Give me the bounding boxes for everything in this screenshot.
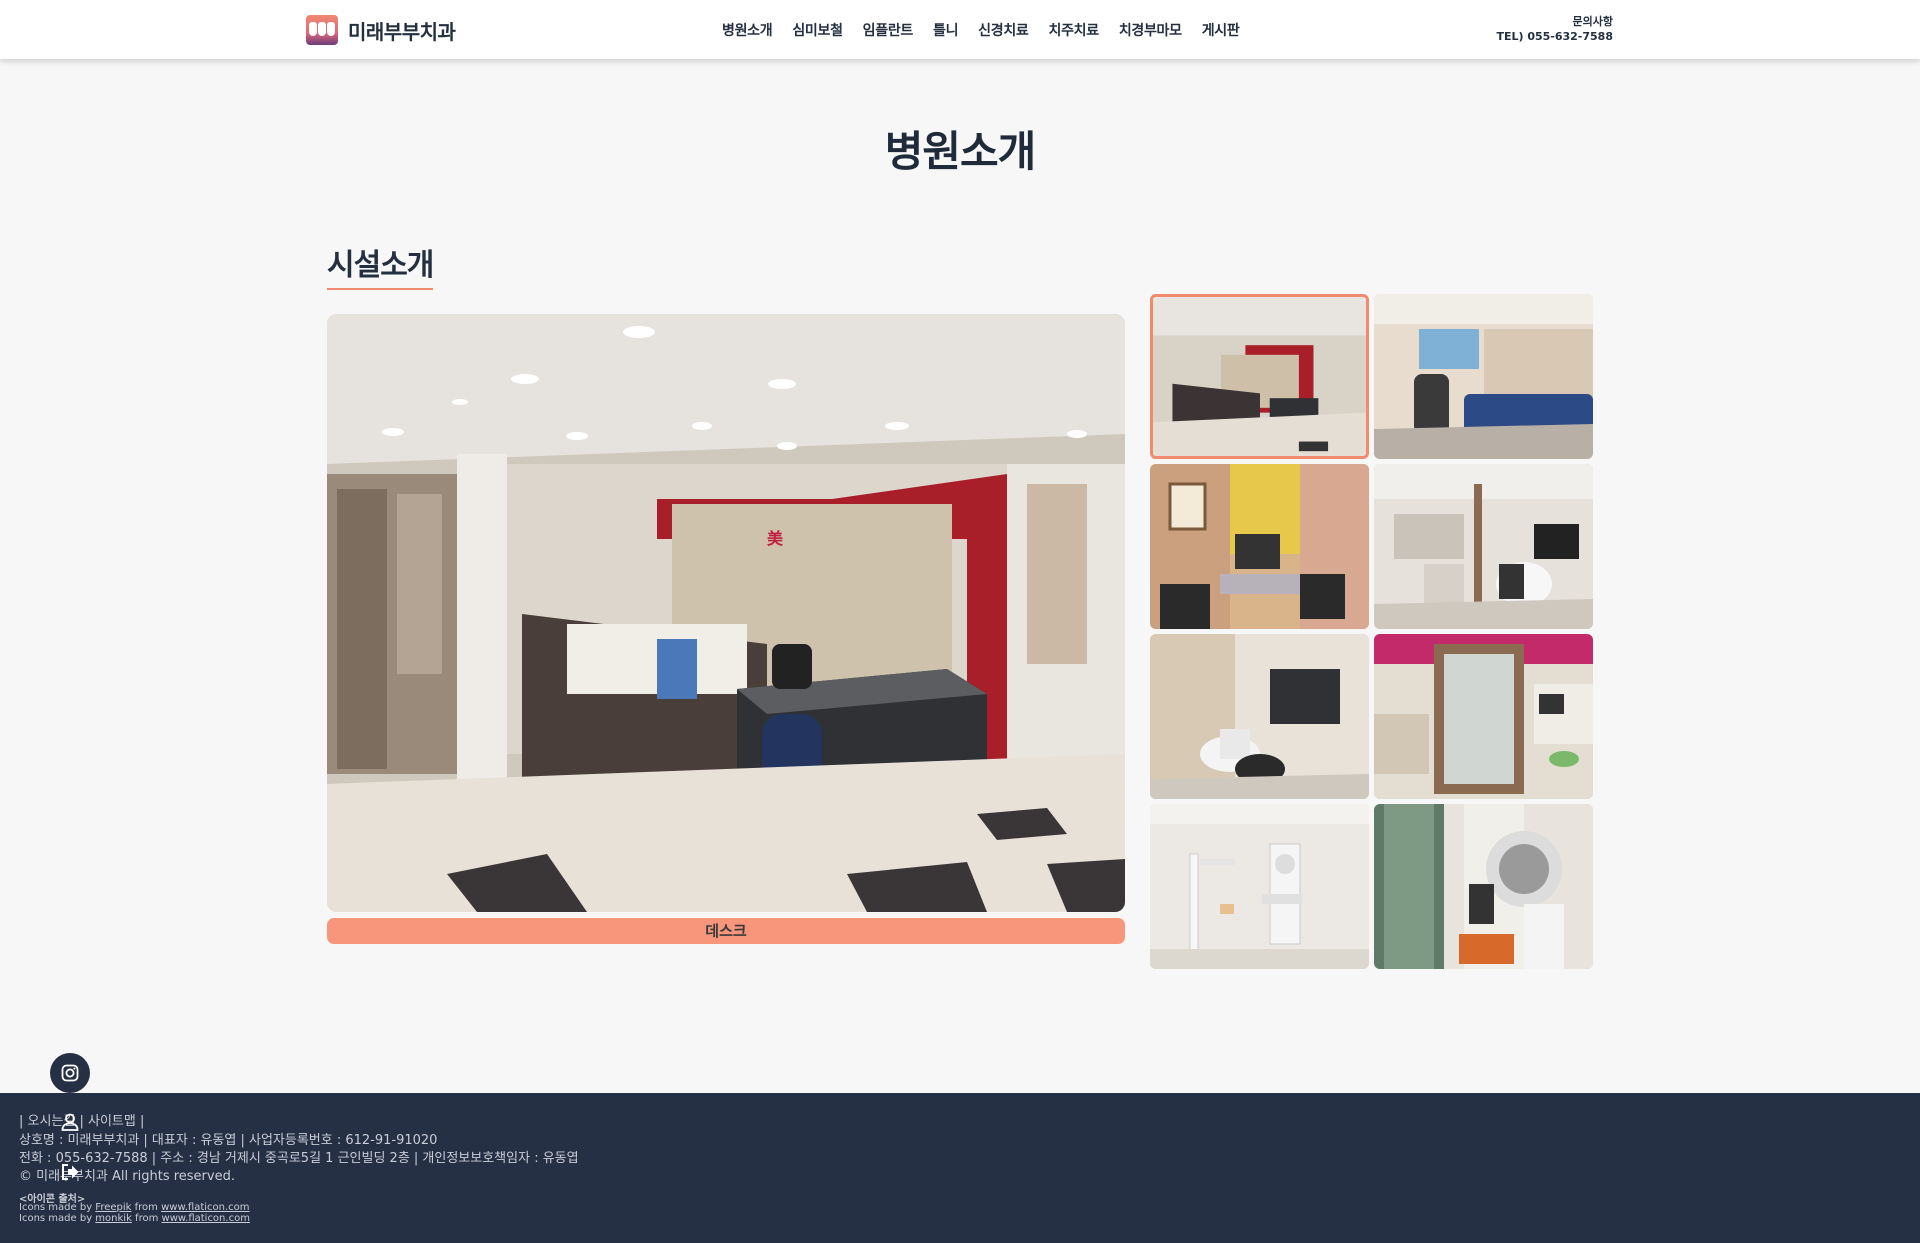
main-nav: 병원소개 심미보철 임플란트 틀니 신경치료 치주치료 치경부마모 게시판	[722, 20, 1249, 40]
main-photo: 美	[327, 314, 1125, 912]
thumbnail-6[interactable]	[1374, 634, 1593, 799]
site-header: 미래부부치과 병원소개 심미보철 임플란트 틀니 신경치료 치주치료 치경부마모…	[0, 0, 1920, 59]
nav-item-root-canal[interactable]: 신경치료	[968, 20, 1038, 40]
thumbnail-5[interactable]	[1150, 634, 1369, 799]
instagram-button[interactable]	[50, 1053, 90, 1093]
nav-item-periodontal[interactable]: 치주치료	[1038, 20, 1108, 40]
credit-site-link[interactable]: www.flaticon.com	[161, 1202, 249, 1213]
credit-author-monkik[interactable]: monkik	[95, 1213, 132, 1224]
logout-icon	[62, 1164, 79, 1180]
nav-item-denture[interactable]: 틀니	[923, 20, 968, 40]
svg-text:美: 美	[767, 529, 784, 548]
footer-link-sitemap[interactable]: 사이트맵	[88, 1114, 136, 1129]
thumbnail-8[interactable]	[1374, 804, 1593, 969]
thumbnail-3[interactable]	[1150, 464, 1369, 629]
nav-item-cervical-abrasion[interactable]: 치경부마모	[1109, 20, 1192, 40]
nav-item-aesthetic-prosthetics[interactable]: 심미보철	[782, 20, 852, 40]
contact-title: 문의사항	[1572, 15, 1613, 28]
credit-site-link[interactable]: www.flaticon.com	[162, 1213, 250, 1224]
site-footer: | 오시는길 | 사이트맵 | 상호명 : 미래부부치과 | 대표자 : 유동엽…	[0, 1093, 1920, 1243]
nav-item-board[interactable]: 게시판	[1192, 20, 1250, 40]
footer-credit-2: Icons made by monkik from www.flaticon.c…	[19, 1213, 250, 1224]
footer-credit-1: Icons made by Freepik from www.flaticon.…	[19, 1202, 250, 1213]
instagram-icon	[61, 1064, 79, 1082]
site-logo[interactable]: 미래부부치과	[306, 14, 456, 46]
nav-item-about[interactable]: 병원소개	[722, 20, 782, 40]
thumbnail-4[interactable]	[1374, 464, 1593, 629]
thumbnail-7[interactable]	[1150, 804, 1369, 969]
credit-author-freepik[interactable]: Freepik	[95, 1202, 131, 1213]
section-title: 시설소개	[327, 240, 434, 290]
thumbnail-1[interactable]	[1150, 294, 1369, 459]
logo-text: 미래부부치과	[348, 19, 456, 44]
login-button[interactable]	[50, 1102, 90, 1142]
contact-phone[interactable]: TEL) 055-632-7588	[1496, 29, 1613, 44]
footer-contact-info: 전화 : 055-632-7588 | 주소 : 경남 거제시 중곡로5길 1 …	[19, 1151, 579, 1166]
user-icon	[61, 1113, 79, 1131]
nav-item-implant[interactable]: 임플란트	[853, 20, 923, 40]
header-contact: 문의사항 TEL) 055-632-7588	[1496, 14, 1613, 44]
thumbnail-grid	[1150, 294, 1593, 969]
tooth-logo-icon	[306, 15, 338, 45]
photo-caption: 데스크	[327, 918, 1125, 944]
thumbnail-2[interactable]	[1374, 294, 1593, 459]
logout-button[interactable]	[50, 1152, 90, 1192]
page-title: 병원소개	[884, 127, 1037, 176]
